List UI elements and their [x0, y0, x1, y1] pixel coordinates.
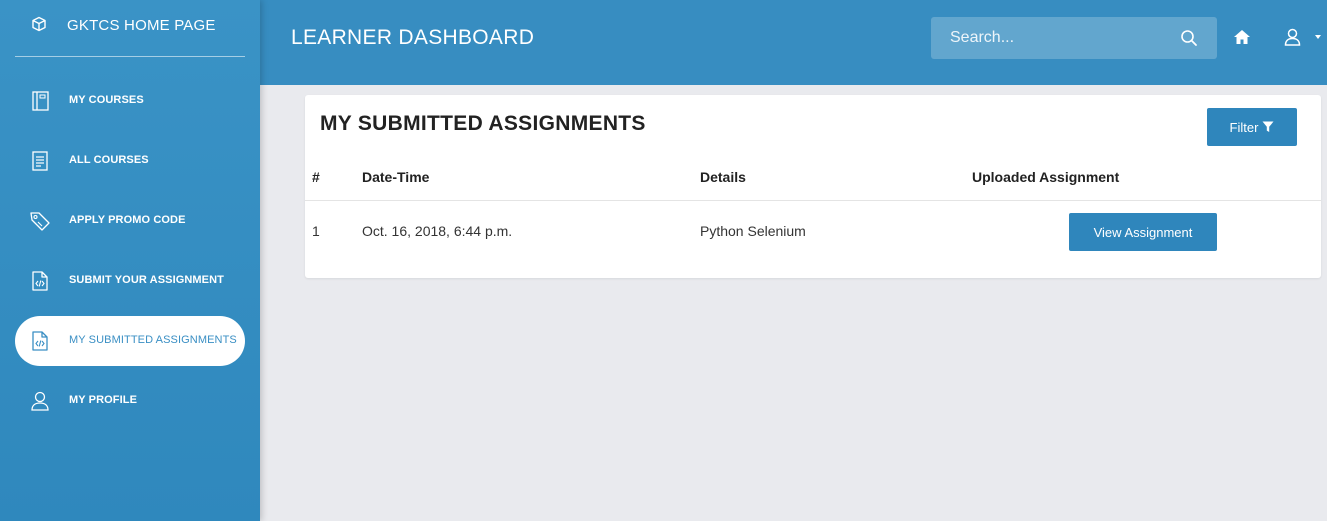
sidebar-item-submit-assignment[interactable]: SUBMIT YOUR ASSIGNMENT — [15, 256, 245, 306]
row-index: 1 — [312, 223, 320, 239]
search-input[interactable] — [931, 17, 1171, 59]
table-divider — [305, 200, 1321, 201]
brand-link[interactable]: GKTCS HOME PAGE — [15, 0, 245, 57]
column-header-details: Details — [700, 169, 746, 185]
row-details: Python Selenium — [700, 223, 806, 239]
sidebar-item-my-profile[interactable]: MY PROFILE — [15, 376, 245, 426]
sidebar-item-label: MY COURSES — [69, 94, 144, 106]
view-assignment-button[interactable]: View Assignment — [1069, 213, 1217, 251]
home-icon[interactable] — [1233, 29, 1251, 45]
sidebar-item-label: ALL COURSES — [69, 154, 149, 166]
code-file-icon — [32, 271, 48, 291]
column-header-datetime: Date-Time — [362, 169, 430, 185]
sidebar-item-label: MY PROFILE — [69, 394, 138, 406]
search-icon[interactable] — [1180, 29, 1198, 47]
card-title: MY SUBMITTED ASSIGNMENTS — [320, 112, 646, 135]
page-title: LEARNER DASHBOARD — [291, 26, 535, 49]
sidebar-item-label: SUBMIT YOUR ASSIGNMENT — [69, 274, 224, 286]
code-file-icon — [32, 331, 48, 351]
column-header-index: # — [312, 169, 320, 185]
sidebar-item-apply-promo-code[interactable]: APPLY PROMO CODE — [15, 196, 245, 246]
funnel-icon — [1262, 121, 1274, 132]
assignments-card: MY SUBMITTED ASSIGNMENTS Filter # Date-T… — [305, 95, 1321, 278]
cube-icon — [32, 16, 46, 32]
sidebar-item-all-courses[interactable]: ALL COURSES — [15, 136, 245, 186]
row-datetime: Oct. 16, 2018, 6:44 p.m. — [362, 223, 513, 239]
tag-icon — [30, 212, 50, 231]
user-icon — [31, 391, 49, 411]
filter-button[interactable]: Filter — [1207, 108, 1297, 146]
document-list-icon — [32, 151, 48, 171]
user-icon[interactable] — [1284, 28, 1301, 46]
sidebar: GKTCS HOME PAGE MY COURSES ALL COURSES A… — [0, 0, 260, 521]
sidebar-item-my-submitted-assignments[interactable]: MY SUBMITTED ASSIGNMENTS — [15, 316, 245, 366]
search-box[interactable] — [931, 17, 1217, 59]
sidebar-item-label: MY SUBMITTED ASSIGNMENTS — [69, 334, 237, 346]
column-header-uploaded-assignment: Uploaded Assignment — [972, 169, 1120, 185]
book-icon — [32, 91, 49, 111]
sidebar-item-label: APPLY PROMO CODE — [69, 214, 186, 226]
chevron-down-icon[interactable] — [1315, 35, 1321, 39]
filter-label: Filter — [1229, 119, 1259, 135]
brand-label: GKTCS HOME PAGE — [67, 17, 216, 34]
sidebar-item-my-courses[interactable]: MY COURSES — [15, 76, 245, 126]
